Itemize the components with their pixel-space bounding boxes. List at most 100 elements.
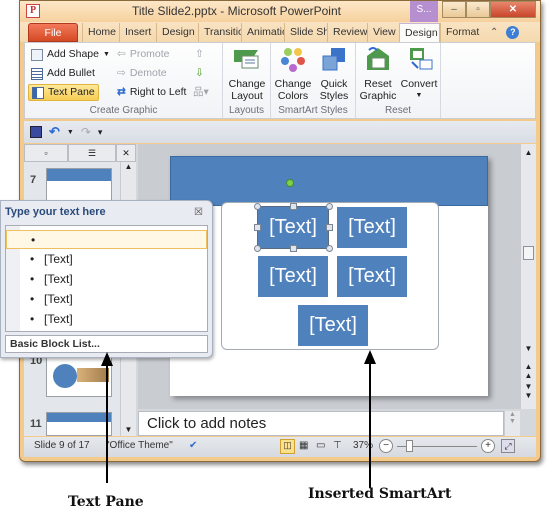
group-create-graphic: Add Shape ▼ Add Bullet Text Pane ⇦ Promo… (25, 43, 223, 118)
save-icon[interactable] (30, 126, 42, 138)
change-colors-icon (281, 48, 305, 72)
undo-dropdown-icon[interactable]: ▼ (67, 129, 74, 136)
resize-handle[interactable] (326, 245, 333, 252)
redo-icon[interactable]: ↷ (81, 125, 91, 139)
spell-check-icon[interactable]: ✔ (189, 440, 197, 451)
demote-button[interactable]: ⇨ Demote (117, 65, 167, 82)
scroll-down-icon[interactable]: ▼ (121, 425, 136, 434)
tab-format[interactable]: Format (440, 23, 482, 42)
resize-handle[interactable] (290, 203, 297, 210)
dropdown-arrow-icon: ▼ (102, 51, 110, 58)
resize-handle[interactable] (254, 203, 261, 210)
resize-handle[interactable] (326, 224, 333, 231)
reading-view-icon[interactable]: ▭ (316, 440, 325, 451)
powerpoint-app-icon[interactable]: P (26, 4, 40, 18)
scroll-thumb[interactable] (523, 246, 534, 260)
tab-insert[interactable]: Insert (119, 23, 156, 42)
resize-handle[interactable] (254, 224, 261, 231)
scroll-up-icon[interactable]: ▲ (505, 411, 520, 418)
slides-tab[interactable]: ▫ (24, 144, 68, 162)
zoom-in-button[interactable]: + (481, 439, 495, 453)
slide-canvas[interactable]: [Text] [Text] [Text] [Text] [Text] (170, 156, 488, 396)
smartart-frame[interactable]: [Text] [Text] [Text] [Text] [Text] (221, 202, 439, 350)
minimize-button[interactable]: – (442, 1, 466, 18)
text-pane-button[interactable]: Text Pane (28, 84, 99, 101)
change-layout-button[interactable]: Change Layout (225, 46, 269, 102)
scroll-down-icon[interactable]: ▼ (521, 344, 536, 353)
resize-handle[interactable] (326, 203, 333, 210)
close-button[interactable]: ✕ (490, 1, 536, 18)
smartart-box[interactable]: [Text] (258, 256, 328, 297)
slide-sorter-icon[interactable]: ▦ (299, 440, 308, 451)
fit-to-window-icon[interactable]: ⤢ (501, 439, 515, 453)
slide-show-icon[interactable]: ⊤ (333, 440, 342, 451)
notes-scrollbar[interactable]: ▲ ▼ (504, 411, 520, 436)
notes-pane[interactable]: Click to add notes (138, 411, 504, 436)
right-to-left-button[interactable]: ⇄ Right to Left (117, 84, 186, 101)
add-bullet-button[interactable]: Add Bullet (31, 65, 95, 82)
undo-icon[interactable]: ↶ (49, 124, 60, 140)
text-pane-item[interactable]: • [Text] (6, 250, 207, 269)
help-icon[interactable]: ? (506, 26, 520, 39)
tab-smartart-design[interactable]: Design (399, 23, 440, 42)
dropdown-arrow-icon: ▼ (415, 92, 423, 99)
tab-transitions[interactable]: Transitio (198, 23, 241, 42)
text-pane-arrow-icon (101, 352, 113, 366)
tab-animations[interactable]: Animatio (241, 23, 284, 42)
resize-handle[interactable] (290, 245, 297, 252)
layout-org-chart-button[interactable]: 品▾ (193, 84, 209, 101)
demote-arrow-icon: ⇨ (117, 67, 126, 79)
move-down-button[interactable]: ⇩ (195, 65, 204, 82)
tab-design[interactable]: Design (156, 23, 198, 42)
move-up-icon: ⇧ (195, 48, 204, 60)
layout-name-link[interactable]: Basic Block List... (5, 335, 208, 353)
org-chart-icon: 品▾ (193, 86, 209, 98)
bullet-icon: • (30, 272, 35, 286)
text-pane-list: • • [Text] • [Text] • [Text] • [Text] (5, 225, 208, 332)
tab-view[interactable]: View (367, 23, 399, 42)
zoom-slider-thumb[interactable] (406, 440, 413, 452)
promote-button[interactable]: ⇦ Promote (117, 46, 170, 63)
resize-handle[interactable] (254, 245, 261, 252)
tab-home[interactable]: Home (82, 23, 119, 42)
move-up-button[interactable]: ⇧ (195, 46, 204, 63)
add-shape-button[interactable]: Add Shape ▼ (31, 46, 110, 63)
next-slide-icon[interactable]: ▼ ▼ (521, 382, 536, 400)
tab-review[interactable]: Review (327, 23, 367, 42)
tab-slide-show[interactable]: Slide Sh (284, 23, 327, 42)
slide-scrollbar[interactable]: ▲ ▼ ▲ ▲ ▼ ▼ (520, 144, 536, 409)
normal-view-icon[interactable]: ◫ (280, 439, 295, 454)
rotation-handle[interactable] (286, 179, 294, 187)
minimize-ribbon-icon[interactable]: ⌃ (490, 27, 498, 38)
smartart-callout: Inserted SmartArt (308, 486, 452, 502)
text-pane-item[interactable]: • (6, 230, 207, 249)
bullet-icon: • (30, 312, 35, 326)
close-pane-button[interactable]: ✕ (116, 144, 136, 162)
smartart-text-pane: Type your text here ☒ • • [Text] • [Text] … (0, 200, 213, 358)
text-pane-close-icon[interactable]: ☒ (194, 207, 203, 218)
scroll-down-icon[interactable]: ▼ (505, 418, 520, 425)
smartart-tools-contextual-tab[interactable]: S... (410, 1, 438, 22)
scroll-up-icon[interactable]: ▲ (521, 148, 536, 157)
text-pane-item[interactable]: • [Text] (6, 310, 207, 329)
text-pane-item[interactable]: • [Text] (6, 290, 207, 309)
thumbnail-number: 11 (30, 418, 42, 430)
smartart-box[interactable]: [Text] (337, 207, 407, 248)
smartart-box[interactable]: [Text] (337, 256, 407, 297)
reset-graphic-button[interactable]: Reset Graphic (358, 46, 398, 102)
text-pane-callout: Text Pane (68, 494, 144, 510)
theme-name[interactable]: "Office Theme" (106, 440, 173, 451)
previous-slide-icon[interactable]: ▲ ▲ (521, 362, 536, 380)
tab-file[interactable]: File (28, 23, 78, 42)
outline-tab[interactable]: ☰ (68, 144, 116, 162)
change-colors-button[interactable]: Change Colors (273, 46, 313, 102)
scroll-up-icon[interactable]: ▲ (121, 162, 136, 171)
convert-button[interactable]: Convert ▼ (399, 46, 439, 102)
quick-styles-button[interactable]: Quick Styles (314, 46, 354, 102)
customize-qat-icon[interactable]: ▾ (98, 127, 103, 138)
smartart-box[interactable]: [Text] (298, 305, 368, 346)
zoom-out-button[interactable]: − (379, 439, 393, 453)
text-pane-item[interactable]: • [Text] (6, 270, 207, 289)
slide-thumbnail-11[interactable] (46, 412, 112, 436)
maximize-button[interactable]: ▫ (466, 1, 490, 18)
